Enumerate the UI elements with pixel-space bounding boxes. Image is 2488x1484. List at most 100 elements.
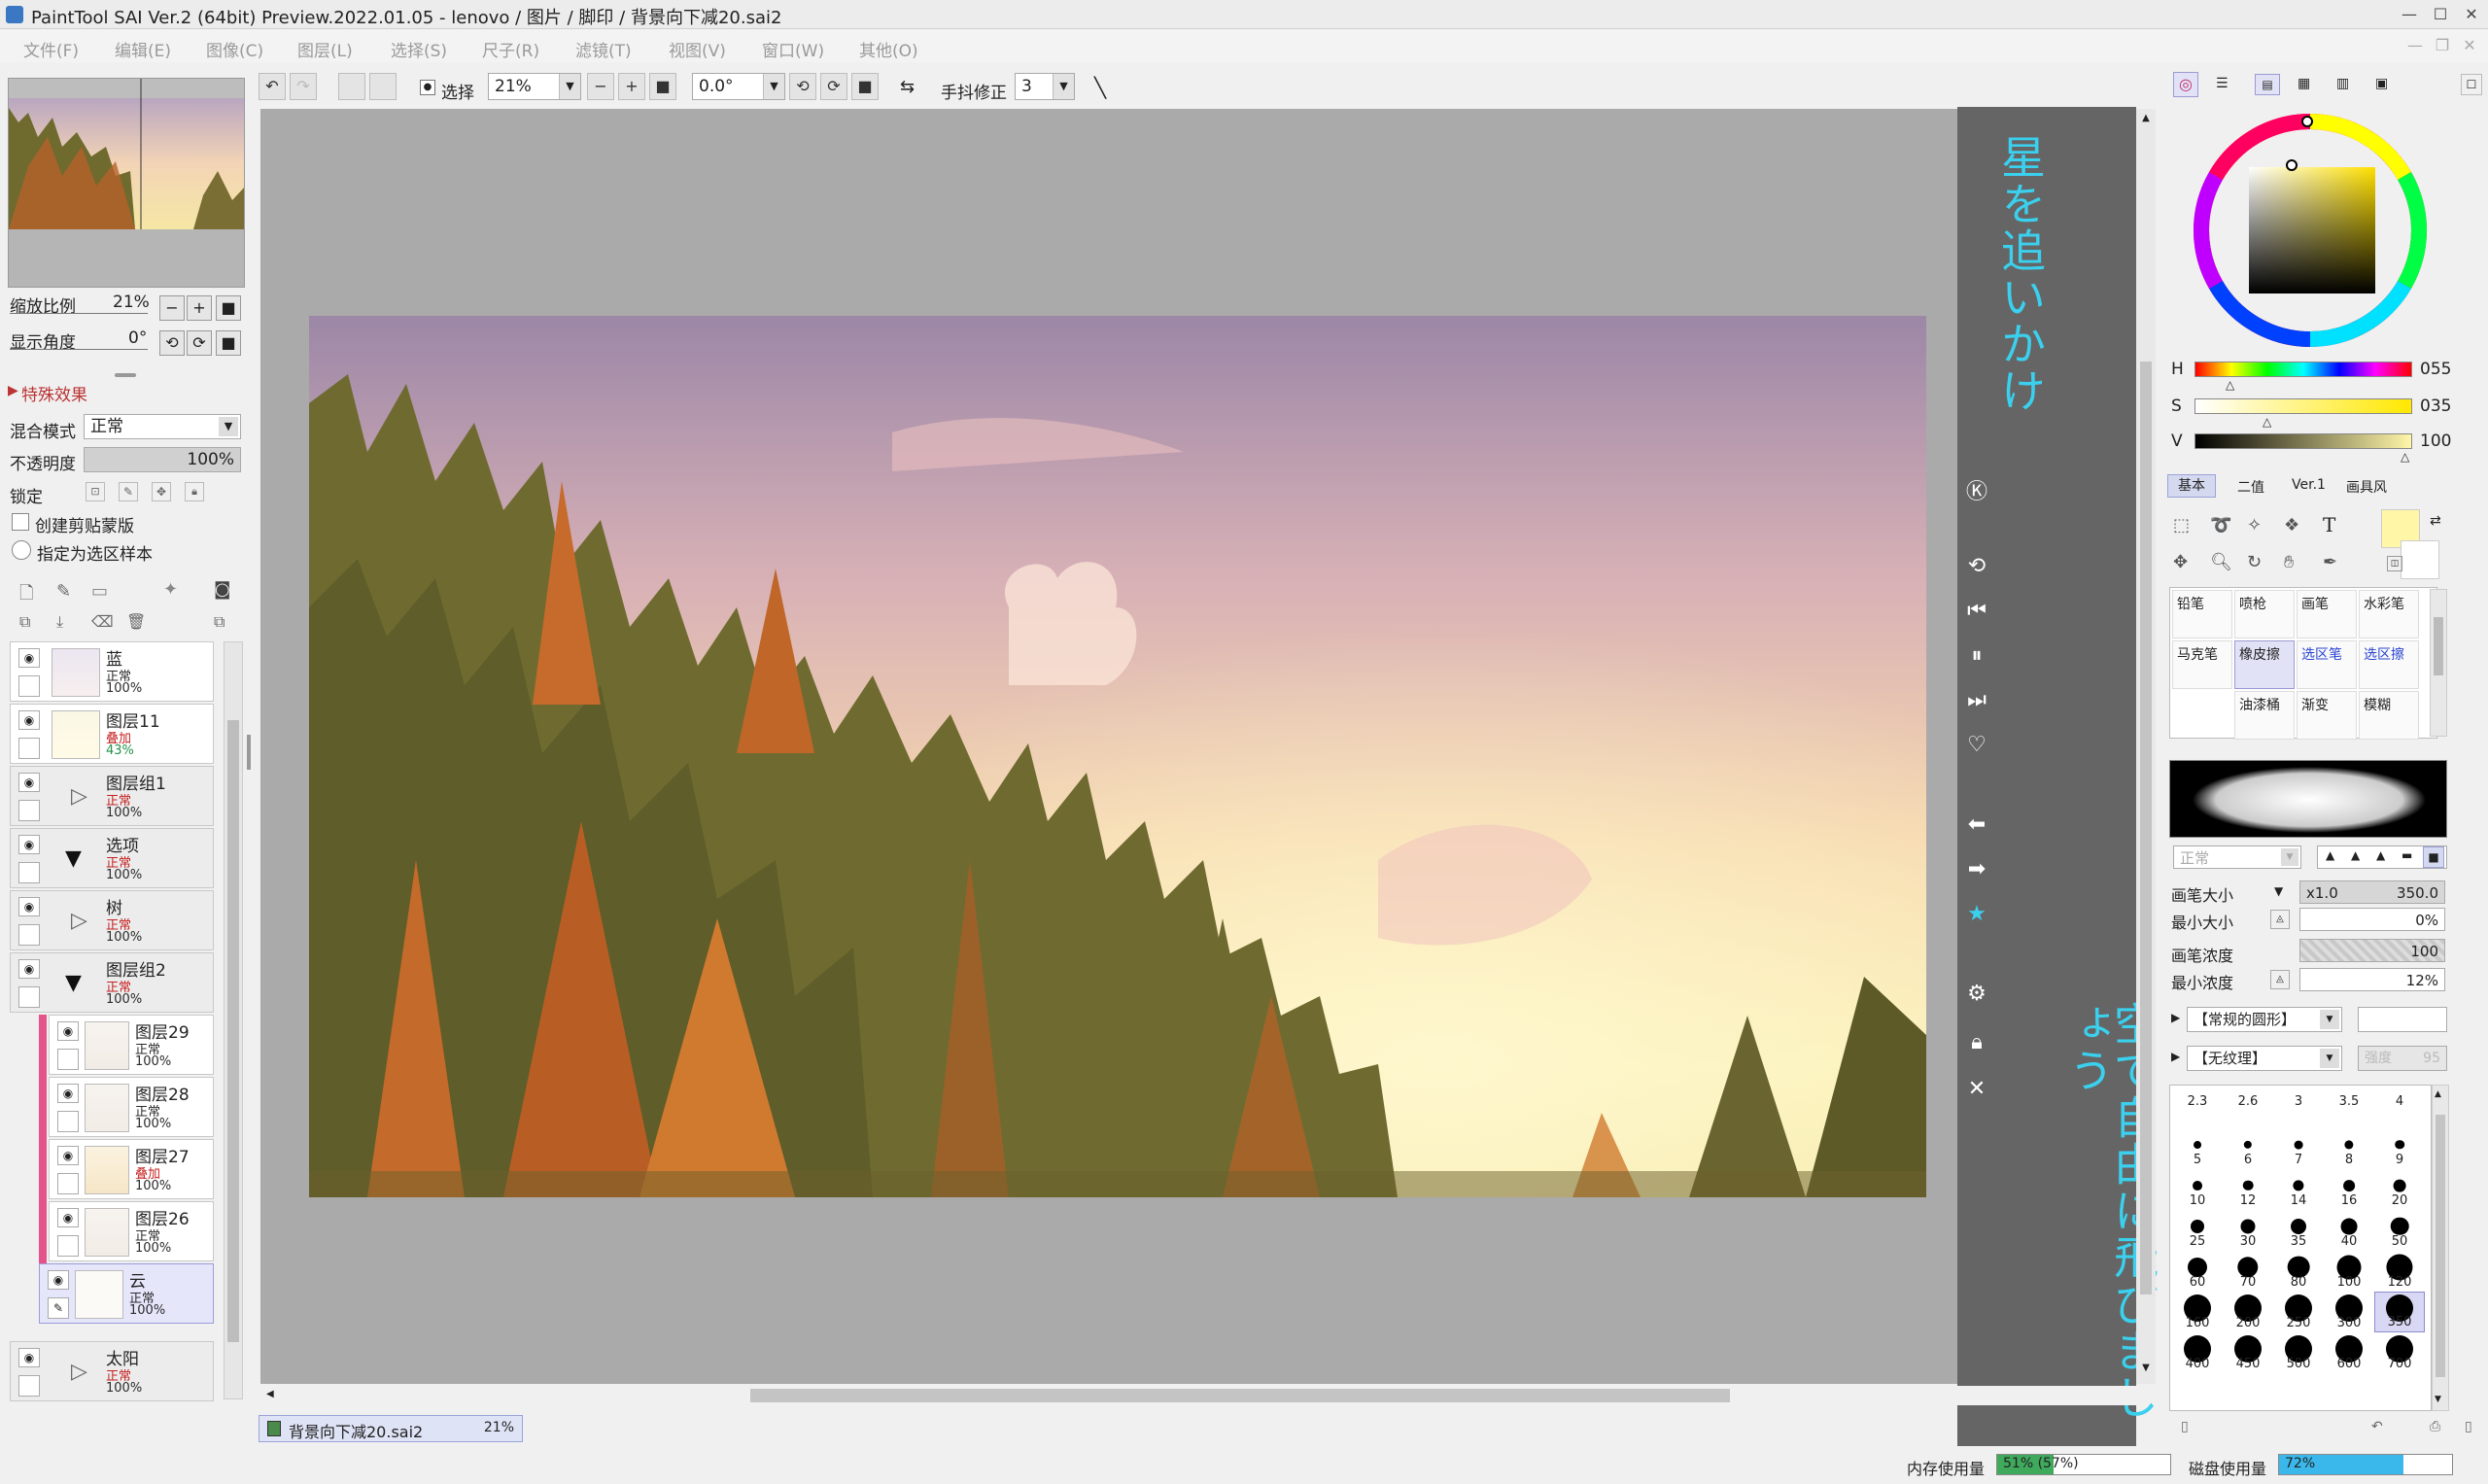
menu-ruler[interactable]: 尺子(R) bbox=[482, 37, 539, 61]
copy-layer-icon[interactable]: ⧉ bbox=[19, 612, 30, 632]
brush-size-cell[interactable]: 50 bbox=[2374, 1210, 2425, 1251]
background-color-swatch[interactable] bbox=[2401, 540, 2439, 579]
scroll-down-icon[interactable]: ▼ bbox=[2435, 1395, 2441, 1404]
heart-icon[interactable]: ♡ bbox=[1957, 733, 1996, 757]
brush-size-cell[interactable]: 25 bbox=[2172, 1210, 2223, 1251]
back-arrow-icon[interactable]: ⬅ bbox=[1957, 812, 1996, 837]
zoom-out-icon[interactable]: − bbox=[587, 73, 614, 100]
angle-slider[interactable] bbox=[10, 349, 148, 350]
brush-density-slider[interactable]: 100 bbox=[2299, 939, 2445, 962]
document-tab[interactable]: 背景向下减20.sai2 21% bbox=[259, 1415, 523, 1442]
overlay-k-icon[interactable]: Ⓚ bbox=[1957, 474, 1996, 505]
panel-resize-handle[interactable] bbox=[247, 735, 251, 770]
saturation-slider[interactable] bbox=[2194, 398, 2412, 414]
pause-icon[interactable]: ⏸ bbox=[1957, 643, 1996, 668]
eye-icon[interactable]: ◉ bbox=[18, 773, 40, 792]
object-select-icon[interactable]: ❖ bbox=[2284, 515, 2299, 535]
eye-icon[interactable]: ◉ bbox=[18, 710, 40, 730]
layer-row[interactable]: ◉ 图层29 正常 100% bbox=[49, 1015, 214, 1075]
brush-size-cell[interactable]: 600 bbox=[2324, 1332, 2374, 1373]
scroll-thumb[interactable] bbox=[2434, 617, 2443, 675]
tool-gradient[interactable]: 渐变 bbox=[2297, 691, 2357, 740]
hand-tool-icon[interactable]: ✋︎ bbox=[2284, 552, 2294, 572]
layer-group-row[interactable]: ◉ ▷ 图层组1 正常 100% bbox=[10, 766, 214, 826]
expand-arrow-icon[interactable]: ▶ bbox=[2171, 1011, 2180, 1024]
tool-eraser[interactable]: 橡皮擦 bbox=[2234, 640, 2295, 689]
hsv-slider-tab-icon[interactable]: ▤ bbox=[2255, 74, 2280, 95]
zoom-tool-icon[interactable]: 🔍︎ bbox=[2210, 552, 2232, 572]
scroll-left-icon[interactable]: ◀ bbox=[266, 1389, 274, 1399]
rotate-left-icon[interactable]: ⟲ bbox=[789, 73, 816, 100]
brush-size-cell[interactable]: 2.3 bbox=[2172, 1087, 2223, 1113]
selection-sample-checkbox[interactable] bbox=[12, 540, 31, 560]
brush-edge-selector[interactable]: ▲ ▲ ▲ ▬ ■ bbox=[2317, 846, 2447, 869]
tool-select-pen[interactable]: 选区笔 bbox=[2297, 640, 2357, 689]
menu-filter[interactable]: 滤镜(T) bbox=[575, 37, 632, 61]
value-slider-thumb[interactable]: △ bbox=[2401, 450, 2409, 464]
texture-strength-slider[interactable]: 强度 95 bbox=[2358, 1046, 2447, 1071]
layer-effect-icon[interactable]: ✦ bbox=[163, 579, 178, 600]
brush-grid-settings-icon[interactable]: ▯ bbox=[2465, 1419, 2472, 1434]
tool-tab-painter[interactable]: 画具风 bbox=[2346, 477, 2387, 497]
edge-medium-icon[interactable]: ▲ bbox=[2351, 848, 2360, 862]
saturation-slider-thumb[interactable]: △ bbox=[2263, 415, 2271, 429]
eye-icon[interactable]: ◉ bbox=[57, 1146, 79, 1165]
magic-wand-icon[interactable]: ✧ bbox=[2247, 515, 2262, 535]
tool-tab-binary[interactable]: 二值 bbox=[2237, 477, 2264, 497]
layer-row[interactable]: ◉ 蓝 正常 100% bbox=[10, 641, 214, 702]
layer-select-checkbox[interactable] bbox=[18, 924, 40, 946]
nav-rotate-left-icon[interactable]: ⟲ bbox=[159, 330, 185, 356]
brush-size-cell[interactable]: 7 bbox=[2273, 1128, 2324, 1169]
lasso-icon[interactable]: ➰ bbox=[2210, 515, 2231, 535]
brush-size-cell[interactable]: 80 bbox=[2273, 1251, 2324, 1292]
new-layer-icon[interactable]: 🗋︎ bbox=[19, 581, 33, 610]
clear-layer-icon[interactable]: ⌫ bbox=[91, 612, 114, 631]
brush-size-cell[interactable]: 450 bbox=[2223, 1332, 2273, 1373]
merge-down-icon[interactable]: ⤓ bbox=[56, 612, 63, 632]
zoom-in-icon[interactable]: + bbox=[618, 73, 645, 100]
clip-mask-checkbox[interactable] bbox=[12, 513, 29, 531]
lock-icon[interactable]: 🔒︎ bbox=[1957, 1030, 1996, 1054]
brush-size-cell[interactable]: 400 bbox=[2172, 1332, 2223, 1373]
brush-grid-scrollbar[interactable]: ▲ ▼ bbox=[2432, 1085, 2449, 1411]
layer-select-checkbox[interactable] bbox=[57, 1235, 79, 1257]
layer-select-checkbox[interactable] bbox=[18, 1375, 40, 1397]
eye-icon[interactable]: ◉ bbox=[18, 959, 40, 979]
expand-arrow-icon[interactable]: ▷ bbox=[71, 784, 87, 809]
layer-group-row[interactable]: ◉ ▷ 太阳 正常 100% bbox=[10, 1341, 214, 1401]
doc-minimize-icon[interactable]: — bbox=[2402, 35, 2428, 56]
layer-group-row[interactable]: ◉ ▷ 树 正常 100% bbox=[10, 890, 214, 950]
scroll-down-icon[interactable]: ▼ bbox=[2139, 1363, 2153, 1376]
nav-zoom-reset-icon[interactable]: ■ bbox=[216, 295, 241, 321]
canvas-horizontal-scrollbar[interactable]: ◀ bbox=[262, 1386, 2138, 1405]
layer-list-scrollbar[interactable] bbox=[224, 641, 243, 1399]
undo-icon[interactable]: ↶ bbox=[259, 73, 286, 100]
brush-size-slider[interactable]: x1.0 350.0 bbox=[2299, 880, 2445, 904]
navigator-thumbnail[interactable] bbox=[8, 78, 245, 288]
brush-size-cell[interactable]: 5 bbox=[2172, 1128, 2223, 1169]
scroll-up-icon[interactable]: ▲ bbox=[2139, 113, 2153, 126]
layer-select-checkbox[interactable] bbox=[57, 1111, 79, 1132]
scratchpad-tab-icon[interactable]: ▣ bbox=[2375, 76, 2388, 91]
hue-slider[interactable] bbox=[2194, 362, 2412, 377]
new-linework-layer-icon[interactable]: ✎ bbox=[56, 581, 71, 602]
scroll-thumb[interactable] bbox=[227, 720, 239, 1342]
line-tool-icon[interactable]: ╲ bbox=[1094, 76, 1106, 99]
tool-pencil[interactable]: 铅笔 bbox=[2172, 590, 2232, 638]
tool-watercolor[interactable]: 水彩笔 bbox=[2359, 590, 2419, 638]
stabilizer-select[interactable]: 3 ▼ bbox=[1015, 73, 1075, 100]
doc-restore-icon[interactable]: ❐ bbox=[2430, 35, 2455, 56]
invert-selection-icon[interactable] bbox=[369, 73, 397, 100]
tool-airbrush[interactable]: 喷枪 bbox=[2234, 590, 2295, 638]
eye-icon[interactable]: ◉ bbox=[18, 835, 40, 854]
brush-size-cell[interactable]: 30 bbox=[2223, 1210, 2273, 1251]
menu-edit[interactable]: 编辑(E) bbox=[115, 37, 171, 61]
rotate-tool-icon[interactable]: ↻ bbox=[2247, 552, 2262, 572]
brush-size-cell[interactable]: 3.5 bbox=[2324, 1087, 2374, 1113]
overlay-close-icon[interactable]: ✕ bbox=[1957, 1077, 1996, 1101]
min-density-slider[interactable]: 12% bbox=[2299, 968, 2445, 991]
layer-row-selected[interactable]: ◉ ✎ 云 正常 100% bbox=[39, 1263, 214, 1324]
nav-rotate-reset-icon[interactable]: ■ bbox=[216, 330, 241, 356]
menu-other[interactable]: 其他(O) bbox=[859, 37, 918, 61]
brush-grid-save-icon[interactable]: ⎙ bbox=[2430, 1419, 2440, 1434]
